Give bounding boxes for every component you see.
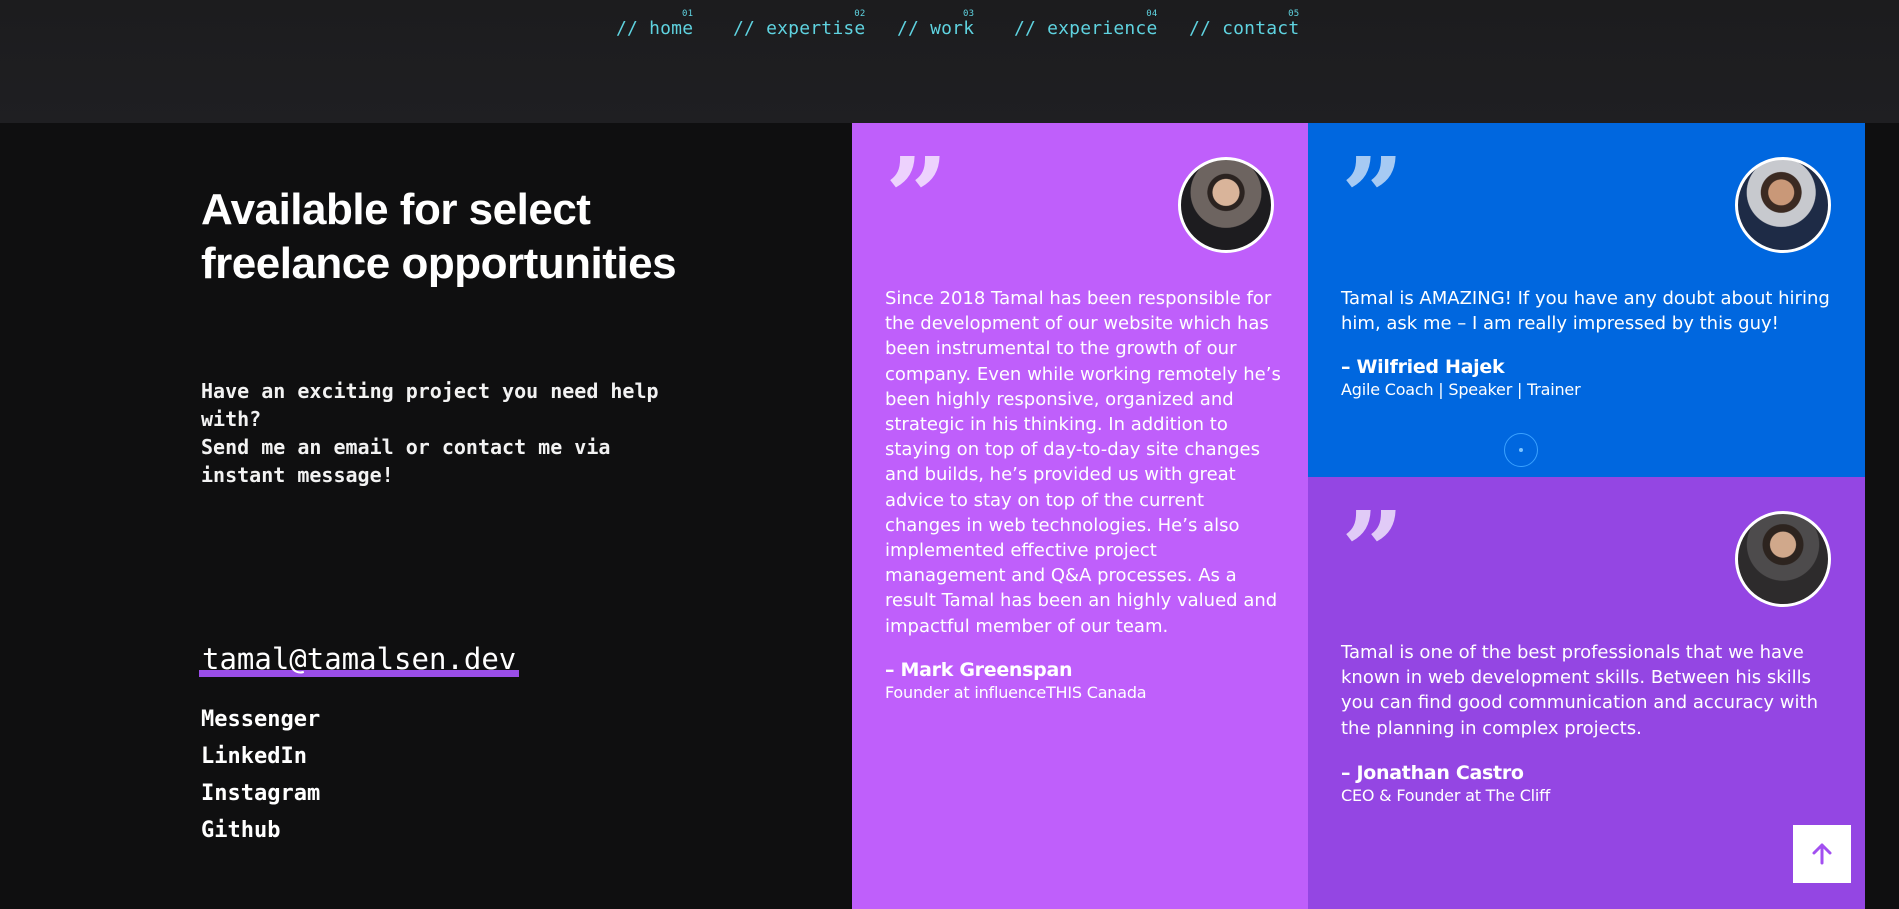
social-link-messenger[interactable]: Messenger — [201, 701, 320, 738]
nav-contact-number: 05 — [1288, 9, 1300, 19]
right-gutter — [1865, 123, 1899, 909]
testimonial-card: ” Tamal is one of the best professionals… — [1308, 477, 1865, 909]
testimonial-quote: Tamal is one of the best professionals t… — [1341, 642, 1818, 739]
contact-headline: Available for select freelance opportuni… — [201, 185, 677, 288]
contact-section: Available for select freelance opportuni… — [0, 123, 852, 909]
contact-intro-line-2: Send me an email or contact me via insta… — [201, 435, 611, 487]
social-link-linkedin[interactable]: LinkedIn — [201, 738, 320, 775]
nav-work[interactable]: // work 03 — [897, 9, 975, 39]
testimonial-card: ” Tamal is AMAZING! If you have any doub… — [1308, 123, 1865, 477]
nav-expertise-label: // expertise — [733, 18, 866, 39]
nav-work-number: 03 — [963, 9, 975, 19]
nav-experience[interactable]: // experience 04 — [1014, 9, 1158, 39]
testimonial-role: CEO & Founder at The Cliff — [1341, 786, 1551, 805]
testimonial-quote: Tamal is AMAZING! If you have any doubt … — [1341, 288, 1830, 335]
avatar — [1178, 157, 1274, 253]
social-links: Messenger LinkedIn Instagram Github — [201, 701, 320, 849]
nav-contact[interactable]: // contact 05 — [1189, 9, 1300, 39]
main-nav: // home 01 // expertise 02 // work 03 //… — [0, 0, 1899, 60]
nav-work-label: // work — [897, 18, 975, 39]
contact-intro: Have an exciting project you need help w… — [201, 377, 661, 489]
avatar — [1735, 511, 1831, 607]
top-bar: // home 01 // expertise 02 // work 03 //… — [0, 0, 1899, 123]
nav-expertise[interactable]: // expertise 02 — [733, 9, 866, 39]
contact-intro-line-1: Have an exciting project you need help w… — [201, 379, 659, 431]
nav-experience-label: // experience — [1014, 18, 1158, 39]
avatar — [1735, 157, 1831, 253]
arrow-up-icon — [1812, 843, 1832, 865]
testimonial-author: – Mark Greenspan — [885, 659, 1073, 681]
social-link-github[interactable]: Github — [201, 812, 320, 849]
nav-experience-number: 04 — [1146, 9, 1158, 19]
nav-home-number: 01 — [682, 9, 694, 19]
social-link-instagram[interactable]: Instagram — [201, 775, 320, 812]
testimonial-author: – Wilfried Hajek — [1341, 356, 1505, 378]
quote-icon: ” — [885, 133, 948, 262]
slider-dot[interactable] — [1504, 433, 1538, 467]
back-to-top-button[interactable] — [1793, 825, 1851, 883]
nav-contact-label: // contact — [1189, 18, 1300, 39]
quote-icon: ” — [1341, 133, 1404, 262]
nav-home[interactable]: // home 01 — [616, 9, 694, 39]
quote-icon: ” — [1341, 487, 1404, 616]
testimonial-quote: Since 2018 Tamal has been responsible fo… — [885, 288, 1281, 637]
nav-expertise-number: 02 — [854, 9, 866, 19]
testimonial-card: ” Since 2018 Tamal has been responsible … — [852, 123, 1308, 909]
email-link[interactable]: tamal@tamalsen.dev — [199, 641, 520, 677]
testimonial-role: Founder at influenceTHIS Canada — [885, 683, 1147, 702]
nav-home-label: // home — [616, 18, 694, 39]
testimonial-role: Agile Coach | Speaker | Trainer — [1341, 380, 1581, 399]
testimonial-author: – Jonathan Castro — [1341, 762, 1524, 784]
